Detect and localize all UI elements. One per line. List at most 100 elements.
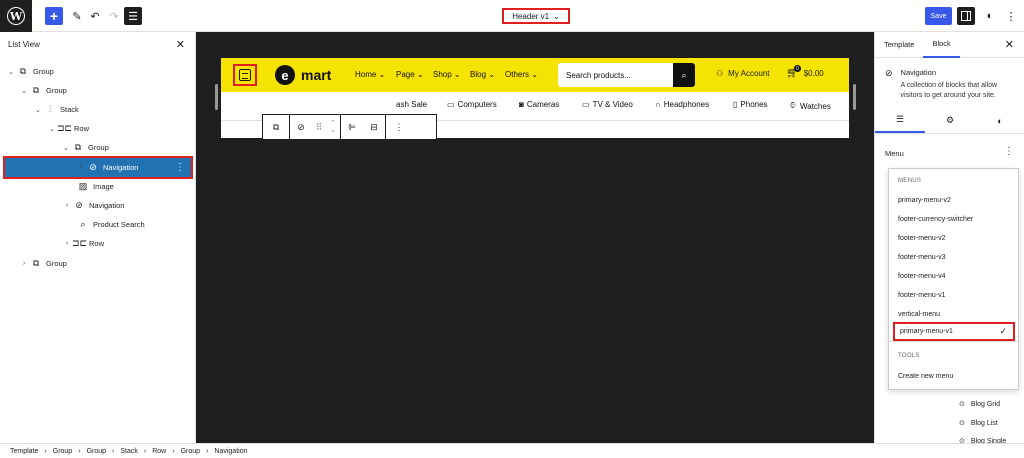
justify-left-button[interactable]: ⊫ xyxy=(341,115,363,139)
group-icon: ⧉ xyxy=(74,142,82,152)
menu-option[interactable]: footer-menu-v1 xyxy=(889,286,1018,305)
category-flash-sale[interactable]: ash Sale xyxy=(396,100,427,109)
menu-option[interactable]: footer-menu-v3 xyxy=(889,248,1018,267)
chevron-down-icon[interactable]: ⌄ xyxy=(6,68,16,76)
tree-item-navigation[interactable]: › ⊘ Navigation xyxy=(0,196,196,215)
breadcrumb-item[interactable]: Group xyxy=(53,448,72,455)
tree-item-row[interactable]: › ⊐⊏ Row xyxy=(0,234,196,253)
chevron-right-icon[interactable]: › xyxy=(62,240,72,247)
category-cameras[interactable]: ◙ Cameras xyxy=(519,100,559,109)
chevron-right-icon[interactable]: › xyxy=(19,260,29,267)
item-label: Blog Grid xyxy=(970,400,1001,408)
tree-item-group[interactable]: › ⧉ Group xyxy=(0,254,196,273)
tab-block[interactable]: Block xyxy=(923,32,960,58)
settings-sidebar-button[interactable] xyxy=(957,7,975,25)
tree-item-image[interactable]: ▨ Image xyxy=(0,177,196,196)
tree-item-stack[interactable]: ⌄ ⫶ Stack xyxy=(0,100,196,119)
tree-item-product-search[interactable]: ⌕ Product Search xyxy=(0,215,196,234)
menu-option-selected[interactable]: primary-menu-v1 ✓ xyxy=(893,322,1015,341)
image-icon: ▨ xyxy=(78,181,88,191)
menu-option[interactable]: footer-currency-switcher xyxy=(889,210,1018,229)
blog-list-item[interactable]: ⊙ Blog List xyxy=(959,419,998,428)
undo-button[interactable]: ↶ xyxy=(86,7,104,25)
inspector-tabs: Template Block ✕ xyxy=(875,32,1024,58)
chevron-down-icon[interactable]: ⌄ xyxy=(47,125,57,133)
block-type-button[interactable]: ⧉ xyxy=(263,115,289,139)
wordpress-logo-button[interactable]: W xyxy=(0,0,32,32)
category-computers[interactable]: ▭ Computers xyxy=(447,100,497,109)
header-preview[interactable]: e mart Home ⌄ Page ⌄ Shop ⌄ Blog ⌄ Other… xyxy=(221,58,849,140)
resize-handle-left[interactable] xyxy=(215,84,218,110)
more-options-icon[interactable]: ⋮ xyxy=(175,162,185,173)
styles-icon: ◐ xyxy=(997,115,1003,126)
save-button[interactable]: Save xyxy=(925,7,952,25)
nav-item-shop[interactable]: Shop ⌄ xyxy=(433,70,461,79)
document-title-dropdown[interactable]: Header v1 ⌄ xyxy=(502,8,570,24)
tree-item-group[interactable]: ⌄ ⧉ Group xyxy=(0,138,196,157)
move-up-down-buttons[interactable]: ⌃ ⌄ xyxy=(326,115,340,139)
navigation-menu-button[interactable] xyxy=(233,64,257,86)
chevron-right-icon: › xyxy=(206,447,209,455)
chevron-right-icon[interactable]: › xyxy=(76,164,86,171)
options-button[interactable]: ⋮ xyxy=(1002,7,1020,25)
resize-handle-right[interactable] xyxy=(853,84,856,110)
navigation-block-button[interactable]: ⊘ xyxy=(290,115,312,139)
phone-icon: ▯ xyxy=(733,100,738,109)
breadcrumb-item[interactable]: Stack xyxy=(120,448,138,455)
chevron-right-icon[interactable]: › xyxy=(62,202,72,209)
blog-grid-item[interactable]: ⊙ Blog Grid xyxy=(959,400,1001,409)
styles-button[interactable]: ◐ xyxy=(981,7,999,25)
tree-item-group[interactable]: ⌄ ⧉ Group xyxy=(0,62,196,81)
site-logo[interactable]: e mart xyxy=(275,65,331,85)
nav-item-others[interactable]: Others ⌄ xyxy=(505,70,538,79)
nav-item-home[interactable]: Home ⌄ xyxy=(355,70,385,79)
editor-canvas[interactable]: e mart Home ⌄ Page ⌄ Shop ⌄ Blog ⌄ Other… xyxy=(196,32,874,443)
tab-styles[interactable]: ◐ xyxy=(975,108,1024,133)
nav-item-page[interactable]: Page ⌄ xyxy=(396,70,424,79)
tab-settings[interactable]: ⚙︎ xyxy=(925,108,975,133)
breadcrumb-item[interactable]: Group xyxy=(87,448,106,455)
menu-section-label: Menu xyxy=(885,149,904,158)
category-tv-video[interactable]: ▭ TV & Video xyxy=(582,100,633,109)
my-account-link[interactable]: ⚇ My Account xyxy=(716,69,770,78)
menu-option[interactable]: primary-menu-v2 xyxy=(889,191,1018,210)
mini-cart[interactable]: 🛒︎ 0 $0.00 xyxy=(786,65,824,79)
tab-template[interactable]: Template xyxy=(875,32,923,58)
checkmark-icon: ✓ xyxy=(999,326,1007,336)
item-alignment-button[interactable]: ⊟ xyxy=(363,115,385,139)
list-view-button[interactable]: ☰ xyxy=(124,7,142,25)
cart-total: $0.00 xyxy=(803,69,824,78)
close-icon[interactable]: ✕ xyxy=(1005,38,1014,51)
block-inserter-button[interactable]: + xyxy=(45,7,63,25)
menu-options-button[interactable]: ⋮ xyxy=(1004,146,1014,157)
drag-handle[interactable]: ⠿ xyxy=(312,115,326,139)
chevron-down-icon[interactable]: ⌄ xyxy=(33,106,43,114)
breadcrumb-item[interactable]: Row xyxy=(152,448,166,455)
category-label: Computers xyxy=(457,100,497,109)
tree-item-row[interactable]: ⌄ ⊐⊏ Row xyxy=(0,119,196,138)
pencil-tool-button[interactable]: ✎ xyxy=(68,7,86,25)
breadcrumb-item[interactable]: Navigation xyxy=(214,448,247,455)
tree-item-navigation-selected[interactable]: › ⊘ Navigation ⋮ xyxy=(3,156,193,179)
tree-item-group[interactable]: ⌄ ⧉ Group xyxy=(0,81,196,100)
menu-option[interactable]: footer-menu-v4 xyxy=(889,267,1018,286)
create-new-menu-option[interactable]: Create new menu xyxy=(889,367,1018,386)
chevron-down-icon[interactable]: ⌄ xyxy=(19,87,29,95)
chevron-right-icon: › xyxy=(78,447,81,455)
tab-list-view[interactable]: ☰ xyxy=(875,108,925,133)
close-icon[interactable]: ✕ xyxy=(176,38,185,51)
breadcrumb-item[interactable]: Group xyxy=(181,448,200,455)
category-phones[interactable]: ▯ Phones xyxy=(733,100,768,109)
nav-item-blog[interactable]: Blog ⌄ xyxy=(470,70,495,79)
category-headphones[interactable]: ∩ Headphones xyxy=(655,100,709,109)
navigation-icon: ⊘ xyxy=(89,162,97,172)
block-options-button[interactable]: ⋮ xyxy=(386,115,412,139)
menu-option[interactable]: footer-menu-v2 xyxy=(889,229,1018,248)
group-icon: ⧉ xyxy=(19,66,27,76)
category-watches[interactable]: ⌚︎ Watches xyxy=(789,100,831,112)
gear-icon: ⚙︎ xyxy=(945,115,955,125)
chevron-down-icon[interactable]: ⌄ xyxy=(61,144,71,152)
breadcrumb-item[interactable]: Template xyxy=(10,448,38,455)
redo-button[interactable]: ↷ xyxy=(105,7,123,25)
search-button[interactable]: ⌕ xyxy=(673,63,695,87)
